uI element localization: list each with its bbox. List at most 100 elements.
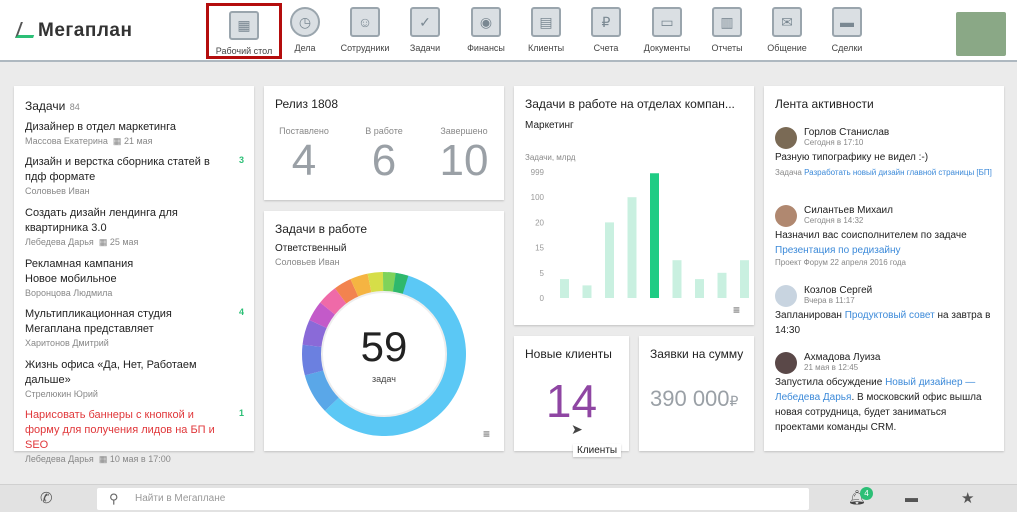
task-title: Жизнь офиса «Да, Нет, Работаем дальше» — [25, 359, 197, 386]
orders-card[interactable]: Заявки на сумму 390 000₽ — [639, 336, 754, 451]
task-item[interactable]: Рекламная кампания Новое мобильное Воронц… — [25, 257, 244, 298]
list-menu-icon[interactable]: ≡ — [483, 427, 490, 441]
inwork-value: 59 — [360, 323, 408, 370]
chart-bar[interactable] — [695, 279, 704, 298]
release-col-label: В работе — [365, 126, 403, 136]
task-item[interactable]: Дизайнер в отдел маркетинга Массова Екате… — [25, 120, 244, 147]
feed-title: Лента активности — [775, 97, 874, 111]
feed-link[interactable]: Разработать новый дизайн главной страниц… — [804, 168, 992, 177]
task-person: Соловьев Иван — [25, 186, 90, 196]
nav-label: Дела — [294, 43, 316, 53]
avatar — [775, 205, 797, 227]
chart-bar[interactable] — [582, 285, 592, 298]
task-item[interactable]: Создать дизайн лендинга для квартирника … — [25, 206, 244, 248]
nav-tasks[interactable]: ✓ Задачи — [405, 2, 445, 60]
feed-link[interactable]: Продуктовый совет — [845, 310, 935, 321]
logo-icon — [15, 22, 39, 38]
task-item[interactable]: Мультипликационная студия Мегаплана пред… — [25, 307, 244, 348]
chart-bar[interactable] — [560, 279, 569, 298]
employees-icon: ☺ — [350, 7, 380, 37]
task-count-badge: 1 — [238, 408, 244, 418]
task-item[interactable]: Дизайн и верстка сборника статей в пдф ф… — [25, 155, 244, 196]
task-count-badge: 3 — [238, 155, 244, 165]
task-title: Дизайн и верстка сборника статей в пдф ф… — [25, 156, 210, 183]
task-item[interactable]: Нарисовать баннеры с кнопкой и форму для… — [25, 408, 244, 465]
feed-author: Ахмадова Луиза — [804, 352, 881, 363]
task-person: Массова Екатерина — [25, 136, 108, 146]
folder-icon: ▭ — [652, 7, 682, 37]
chart-bar[interactable] — [605, 222, 614, 298]
list-menu-icon[interactable]: ≡ — [733, 303, 740, 317]
feed-item[interactable]: Козлов Сергей Вчера в 11:17 Запланирован… — [775, 285, 997, 338]
nav-label: Общение — [767, 43, 807, 53]
chart-title: Задачи в работе на отделах компан... — [525, 97, 735, 111]
departments-chart-card[interactable]: Задачи в работе на отделах компан... Мар… — [514, 86, 754, 325]
clock-icon: ◷ — [290, 7, 320, 37]
activity-feed-card: Лента активности Горлов Станислав Сегодн… — [764, 86, 1004, 451]
inwork-card[interactable]: Задачи в работе Ответственный Соловьев И… — [264, 211, 504, 451]
feed-meta: Проект Форум 22 апреля 2016 года — [775, 258, 907, 267]
feed-time: Сегодня в 17:10 — [804, 138, 864, 147]
nav-label: Финансы — [467, 43, 505, 53]
task-title: Нарисовать баннеры с кнопкой и форму для… — [25, 409, 215, 451]
briefcase-icon: ▬ — [832, 7, 862, 37]
chart-bar[interactable] — [740, 260, 749, 298]
avatar — [775, 127, 797, 149]
nav-clients[interactable]: ▤ Клиенты — [524, 2, 568, 60]
task-title: Создать дизайн лендинга для квартирника … — [25, 207, 178, 234]
search-input[interactable]: Найти в Мегаплане — [135, 493, 225, 504]
donut-segment — [302, 344, 325, 376]
chart-ytick: 100 — [531, 193, 545, 202]
inwork-title: Задачи в работе — [275, 222, 367, 236]
contacts-icon: ▤ — [531, 7, 561, 37]
chart-ytick: 20 — [535, 218, 544, 227]
chart-bar[interactable] — [717, 272, 727, 298]
orders-amount: 390 000₽ — [650, 386, 738, 412]
feed-item[interactable]: Силантьев Михаил Сегодня в 14:32 Назначи… — [775, 205, 997, 267]
nav-reports[interactable]: ▥ Отчеты — [706, 2, 748, 60]
clients-tooltip: Клиенты — [573, 444, 622, 457]
nav-employees[interactable]: ☺ Сотрудники — [336, 2, 394, 60]
nav-documents[interactable]: ▭ Документы — [640, 2, 694, 60]
chart-ytick: 0 — [540, 294, 545, 302]
nav-desktop[interactable]: ▦ Рабочий стол — [206, 3, 282, 59]
release-card[interactable]: Релиз 1808 Поставлено 4 В работе 6 Заверше… — [264, 86, 504, 200]
invoice-icon: ₽ — [591, 7, 621, 37]
chart-bar[interactable] — [650, 173, 659, 298]
logo[interactable]: Мегаплан — [15, 20, 132, 42]
phone-icon[interactable]: ✆ — [40, 489, 53, 507]
task-item[interactable]: Жизнь офиса «Да, Нет, Работаем дальше» Ст… — [25, 358, 244, 399]
feed-link[interactable]: Презентация по редизайну — [775, 243, 997, 258]
avatar — [775, 352, 797, 374]
nav-label: Счета — [593, 43, 619, 53]
notification-badge: 4 — [860, 487, 873, 500]
nav-invoices[interactable]: ₽ Счета — [588, 2, 624, 60]
search-box[interactable]: ⚲ Найти в Мегаплане — [97, 488, 809, 510]
nav-deals-today[interactable]: ◷ Дела — [284, 2, 326, 60]
chart-bar[interactable] — [627, 197, 637, 298]
release-col-value: 10 — [439, 136, 489, 185]
nav-label: Документы — [643, 43, 691, 53]
nav-deals[interactable]: ▬ Сделки — [826, 2, 868, 60]
release-col: Поставлено 4 — [264, 126, 344, 186]
tasks-card: Задачи 84 Дизайнер в отдел маркетинга Мас… — [14, 86, 254, 464]
calendar-icon: ▦ — [98, 237, 108, 247]
nav-label: Отчеты — [711, 43, 743, 53]
task-date: 21 мая — [123, 136, 153, 146]
safe-icon: ◉ — [471, 7, 501, 37]
report-icon: ▥ — [712, 7, 742, 37]
new-clients-card[interactable]: Новые клиенты 14 ➤ — [514, 336, 629, 451]
feed-time: Вчера в 11:17 — [804, 296, 855, 305]
chart-bar[interactable] — [672, 260, 682, 298]
nav-communication[interactable]: ✉ Общение — [764, 2, 810, 60]
chat-icon[interactable]: ▬ — [905, 490, 918, 505]
calendar-icon: ▦ — [112, 136, 122, 146]
nav-label: Рабочий стол — [215, 46, 273, 56]
top-bar: Мегаплан ▦ Рабочий стол ◷ Дела ☺ Сотрудники… — [0, 0, 1017, 62]
bar-chart: 999 100 20 15 5 0 — [531, 168, 749, 302]
feed-item[interactable]: Горлов Станислав Сегодня в 17:10 Разную … — [775, 127, 997, 179]
user-avatar[interactable] — [956, 12, 1006, 56]
star-icon[interactable]: ★ — [961, 489, 974, 507]
feed-item[interactable]: Ахмадова Луиза 21 мая в 12:45 Запустила … — [775, 352, 997, 435]
nav-finance[interactable]: ◉ Финансы — [462, 2, 510, 60]
